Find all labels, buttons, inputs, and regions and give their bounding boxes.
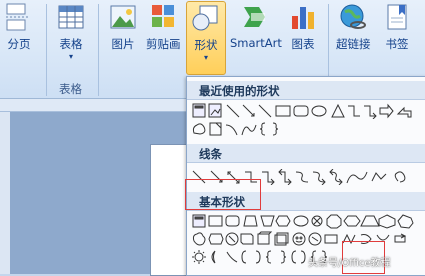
hyperlink-button[interactable]: 超链接 <box>336 2 371 52</box>
tables-group-label: 表格 <box>59 82 82 96</box>
table-icon <box>56 2 86 32</box>
recent-shapes-row-1[interactable] <box>191 103 423 119</box>
shapes-icon <box>191 3 221 33</box>
table-button[interactable]: 表格 ▾ <box>56 2 86 61</box>
document-area <box>0 99 192 276</box>
bookmark-button[interactable]: 书签 <box>382 2 412 52</box>
clipart-icon <box>148 2 178 32</box>
clipart-button[interactable]: 剪贴画 <box>146 2 181 52</box>
bookmark-label: 书签 <box>385 37 409 51</box>
recent-shapes-row-2[interactable] <box>191 121 311 137</box>
basic-shapes-highlight <box>185 179 261 210</box>
smartart-label: SmartArt <box>230 36 282 50</box>
shapes-label: 形状 <box>194 38 218 52</box>
picture-label: 图片 <box>111 37 135 51</box>
page-break-label: 分页 <box>7 37 31 51</box>
basic-shapes-icons <box>192 214 414 229</box>
page-break-button[interactable]: 分页 <box>4 2 34 52</box>
vertical-ruler <box>0 112 10 274</box>
recent-shapes-icons <box>192 103 412 119</box>
chart-label: 图表 <box>291 37 315 51</box>
shapes-dropdown: 最近使用的形状 线条 基本形状 <box>186 76 425 276</box>
recent-shapes-icons <box>192 122 279 136</box>
recent-shapes-title: 最近使用的形状 <box>199 84 280 98</box>
bar-chart-icon <box>288 2 318 32</box>
lines-title: 线条 <box>199 147 222 161</box>
group-separator <box>98 4 99 96</box>
picture-icon <box>108 2 138 32</box>
chart-button[interactable]: 图表 <box>288 2 318 52</box>
basic-shapes-row-2[interactable] <box>191 231 423 247</box>
hyperlink-label: 超链接 <box>336 37 371 51</box>
globe-link-icon <box>338 2 368 32</box>
watermark-text: 头条号/Office教程 <box>308 258 391 269</box>
bookmark-icon <box>382 2 412 32</box>
recent-shapes-header: 最近使用的形状 <box>187 81 425 100</box>
picture-button[interactable]: 图片 <box>108 2 138 52</box>
chevron-down-icon: ▾ <box>203 53 208 62</box>
page-break-icon <box>4 2 34 32</box>
chevron-down-icon: ▾ <box>68 52 73 61</box>
basic-shapes-row-1[interactable] <box>191 213 423 229</box>
smartart-icon <box>241 2 271 32</box>
ruler-bar <box>0 99 188 112</box>
clipart-label: 剪贴画 <box>146 37 181 51</box>
basic-shapes-icons <box>192 231 407 246</box>
group-separator <box>46 4 47 96</box>
table-label: 表格 <box>59 37 83 51</box>
shapes-button[interactable]: 形状 ▾ <box>186 1 226 75</box>
smartart-button[interactable]: SmartArt <box>230 2 282 50</box>
lines-header: 线条 <box>187 144 425 163</box>
